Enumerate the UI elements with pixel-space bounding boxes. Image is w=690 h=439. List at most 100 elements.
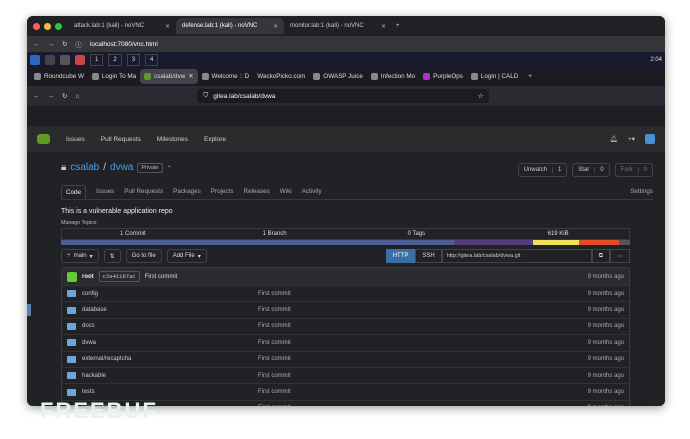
ff-tab[interactable]: Login To Ma	[88, 69, 140, 84]
add-file-label: Add File	[172, 253, 195, 259]
branches-stat[interactable]: 1 Branch	[204, 229, 346, 239]
firefox-icon[interactable]	[75, 54, 85, 65]
tab-projects[interactable]: Projects	[211, 188, 234, 195]
ssh-clone-button[interactable]: SSH	[415, 249, 442, 263]
nav-milestones[interactable]: Milestones	[157, 136, 188, 143]
plus-icon[interactable]: +▾	[628, 135, 635, 143]
file-commit-message[interactable]: First commit	[258, 356, 291, 362]
repo-name-link[interactable]: dvwa	[110, 162, 133, 173]
reload-icon[interactable]: ↻	[62, 40, 67, 48]
fork-button[interactable]: Fork 0	[614, 163, 653, 177]
commit-message[interactable]: First commit	[145, 274, 178, 280]
new-tab-icon[interactable]: +	[392, 23, 400, 29]
file-commit-message[interactable]: First commit	[258, 323, 291, 329]
add-file-dropdown[interactable]: Add File ▾	[166, 249, 207, 263]
outer-url[interactable]: localhost:7080/vnc.html	[90, 41, 158, 48]
tab-activity[interactable]: Activity	[302, 188, 322, 195]
ff-tab[interactable]: PurpleOps	[419, 69, 467, 84]
workspace-4[interactable]: 4	[145, 53, 159, 66]
language-bar[interactable]	[61, 240, 630, 245]
file-name[interactable]: docs	[82, 323, 258, 329]
file-name[interactable]: database	[82, 307, 258, 313]
tab-wiki[interactable]: Wiki	[280, 188, 292, 195]
new-tab-icon[interactable]: +	[522, 73, 532, 80]
close-icon[interactable]: ✕	[381, 23, 386, 30]
tags-stat[interactable]: 0 Tags	[346, 229, 488, 239]
file-commit-message[interactable]: First commit	[258, 291, 291, 297]
gitea-logo[interactable]	[37, 134, 50, 144]
file-name[interactable]: config	[82, 291, 258, 297]
file-commit-message[interactable]: First commit	[258, 389, 291, 395]
file-commit-message[interactable]: First commit	[258, 340, 291, 346]
tab-releases[interactable]: Releases	[244, 188, 270, 195]
url-bar[interactable]: ⛉ gitea.lab/csalab/dvwa ☆	[197, 89, 490, 103]
bookmark-icon[interactable]: ☆	[478, 92, 484, 100]
workspace-1[interactable]: 1	[90, 53, 104, 66]
compare-button[interactable]: ⇅	[103, 249, 121, 263]
nav-explore[interactable]: Explore	[204, 136, 226, 143]
tab-settings[interactable]: Settings	[630, 188, 653, 195]
file-name[interactable]: tests	[82, 389, 258, 395]
ff-tab[interactable]: OWASP Juice	[309, 69, 367, 84]
file-commit-message[interactable]: First commit	[258, 307, 291, 313]
rss-icon[interactable]: ◔	[167, 164, 171, 171]
close-icon[interactable]: ✕	[273, 23, 278, 30]
ff-tab[interactable]: Login | CALD	[467, 69, 522, 84]
nav-issues[interactable]: Issues	[66, 136, 85, 143]
commit-sha[interactable]: c2e411b7ac	[98, 271, 140, 282]
minimize-window-button[interactable]	[44, 22, 51, 30]
terminal-icon[interactable]	[60, 54, 70, 65]
tab-issues[interactable]: Issues	[96, 188, 114, 195]
avatar[interactable]	[645, 134, 655, 144]
ff-tab[interactable]: WackoPicko.com	[253, 69, 309, 84]
ff-tab[interactable]: Roundcube W	[30, 69, 88, 84]
watch-count: 1	[551, 167, 566, 173]
ff-tab-active[interactable]: csalab/dvw ✕	[140, 69, 198, 84]
close-icon[interactable]: ✕	[188, 73, 193, 80]
outer-tab-defense[interactable]: defense.lab:1 (kali) - noVNC ✕	[176, 18, 284, 34]
file-name[interactable]: dvwa	[82, 340, 258, 346]
workspace-2[interactable]: 2	[108, 53, 122, 66]
forward-icon[interactable]: →	[48, 41, 55, 48]
http-clone-button[interactable]: HTTP	[385, 249, 416, 263]
copy-icon[interactable]: ⧉	[591, 249, 610, 263]
table-row: hackable First commit 9 months ago	[62, 366, 629, 383]
reload-icon[interactable]: ↻	[62, 92, 67, 100]
shield-icon: ⛉	[203, 92, 209, 99]
home-icon[interactable]: ⌂	[75, 93, 79, 100]
go-to-file-button[interactable]: Go to file	[125, 249, 162, 263]
branch-dropdown[interactable]: ⑂ main ▾	[61, 249, 99, 263]
more-icon[interactable]: ⋯	[610, 249, 630, 263]
close-window-button[interactable]	[33, 22, 40, 30]
files-icon[interactable]	[45, 54, 55, 65]
unwatch-button[interactable]: Unwatch 1	[517, 163, 568, 177]
commits-stat[interactable]: 1 Commit	[62, 229, 204, 239]
forward-icon[interactable]: →	[48, 93, 55, 100]
clone-url-input[interactable]: http://gitea.lab/csalab/dvwa.git	[441, 249, 592, 263]
repo-owner-link[interactable]: csalab	[70, 162, 99, 173]
file-commit-message[interactable]: First commit	[258, 405, 291, 406]
tab-pull-requests[interactable]: Pull Requests	[124, 188, 163, 195]
ff-tab[interactable]: Welcome :: D	[198, 69, 254, 84]
file-commit-message[interactable]: First commit	[258, 373, 291, 379]
workspace-3[interactable]: 3	[126, 53, 141, 66]
outer-tab-attack[interactable]: attack.lab:1 (kali) - noVNC ✕	[68, 18, 176, 34]
close-icon[interactable]: ✕	[165, 23, 170, 30]
nav-pull-requests[interactable]: Pull Requests	[101, 136, 141, 143]
ff-tab[interactable]: Infection Mo	[367, 69, 419, 84]
side-panel-handle[interactable]	[27, 304, 31, 316]
tab-label: Welcome :: D	[211, 73, 250, 80]
tab-packages[interactable]: Packages	[173, 188, 201, 195]
bell-icon[interactable]: 🔔︎	[610, 135, 618, 143]
manage-topics-link[interactable]: Manage Topics	[61, 220, 97, 226]
commit-author[interactable]: root	[82, 274, 94, 280]
back-icon[interactable]: ←	[33, 93, 40, 100]
star-button[interactable]: Star 0	[572, 163, 610, 177]
kali-menu-icon[interactable]	[30, 54, 40, 65]
maximize-window-button[interactable]	[55, 22, 62, 30]
file-name[interactable]: hackable	[82, 373, 258, 379]
file-name[interactable]: external/recaptcha	[82, 356, 258, 362]
tab-code[interactable]: Code	[61, 184, 87, 199]
outer-tab-monitor[interactable]: monitor.lab:1 (kali) - noVNC ✕	[284, 18, 392, 34]
back-icon[interactable]: ←	[33, 41, 40, 48]
